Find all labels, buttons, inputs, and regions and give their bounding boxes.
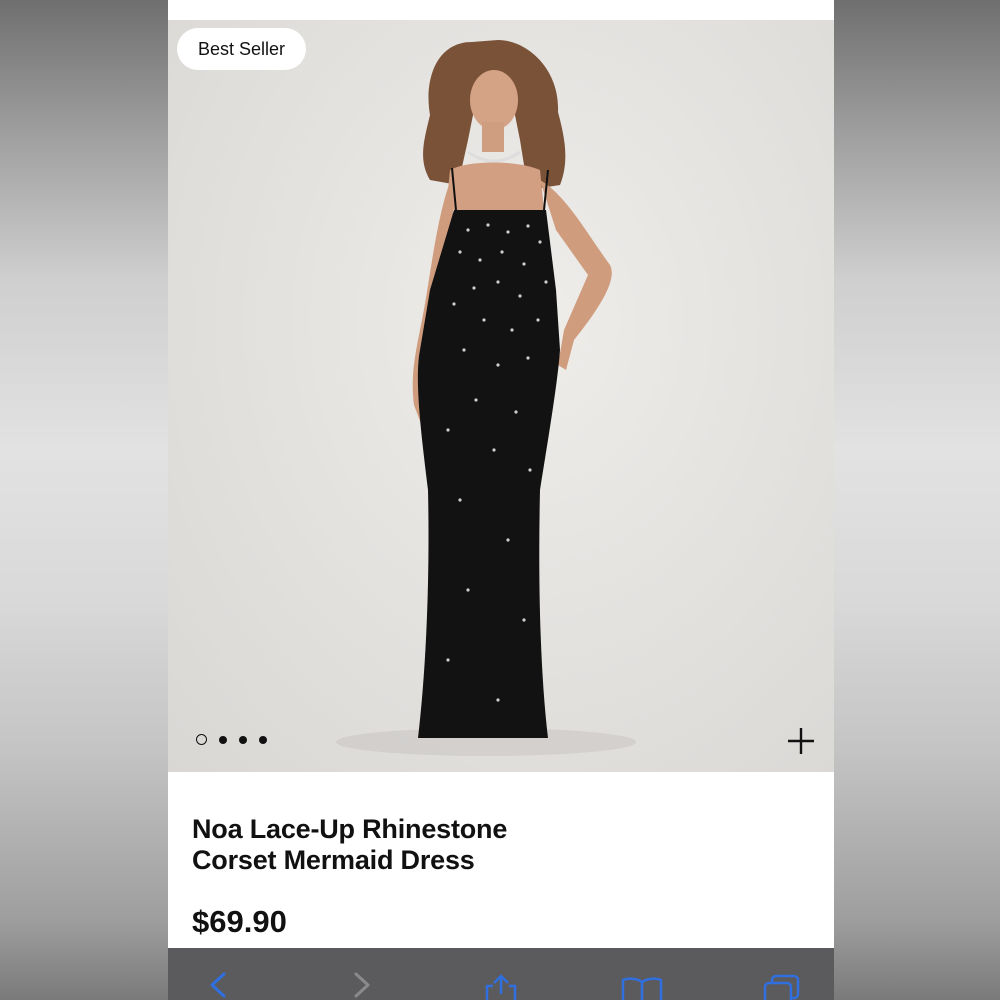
product-image-carousel[interactable]: Best Seller	[168, 20, 834, 772]
zoom-plus-icon[interactable]	[786, 726, 816, 756]
carousel-dot[interactable]	[219, 735, 227, 744]
product-price: $69.90	[192, 904, 287, 939]
tabs-icon[interactable]	[762, 974, 802, 1000]
carousel-dot[interactable]	[259, 735, 267, 744]
bookmarks-icon[interactable]	[620, 976, 664, 1000]
product-info: Noa Lace-Up Rhinestone Corset Mermaid Dr…	[168, 772, 834, 948]
back-icon[interactable]	[206, 970, 230, 1000]
product-title-line1: Noa Lace-Up Rhinestone	[192, 814, 508, 844]
carousel-dot-active[interactable]	[196, 734, 207, 745]
best-seller-badge: Best Seller	[177, 28, 307, 70]
browser-page: Best Seller Noa Lace-Up Rhinestone Corse…	[168, 0, 834, 1000]
product-title-line2: Corset Mermaid Dress	[192, 845, 475, 875]
forward-icon[interactable]	[350, 970, 374, 1000]
product-photo	[336, 40, 636, 756]
carousel-pagination[interactable]	[196, 734, 267, 745]
product-title: Noa Lace-Up Rhinestone Corset Mermaid Dr…	[192, 814, 612, 876]
carousel-dot[interactable]	[239, 735, 247, 744]
share-icon[interactable]	[483, 974, 519, 1000]
browser-toolbar	[168, 948, 834, 1000]
